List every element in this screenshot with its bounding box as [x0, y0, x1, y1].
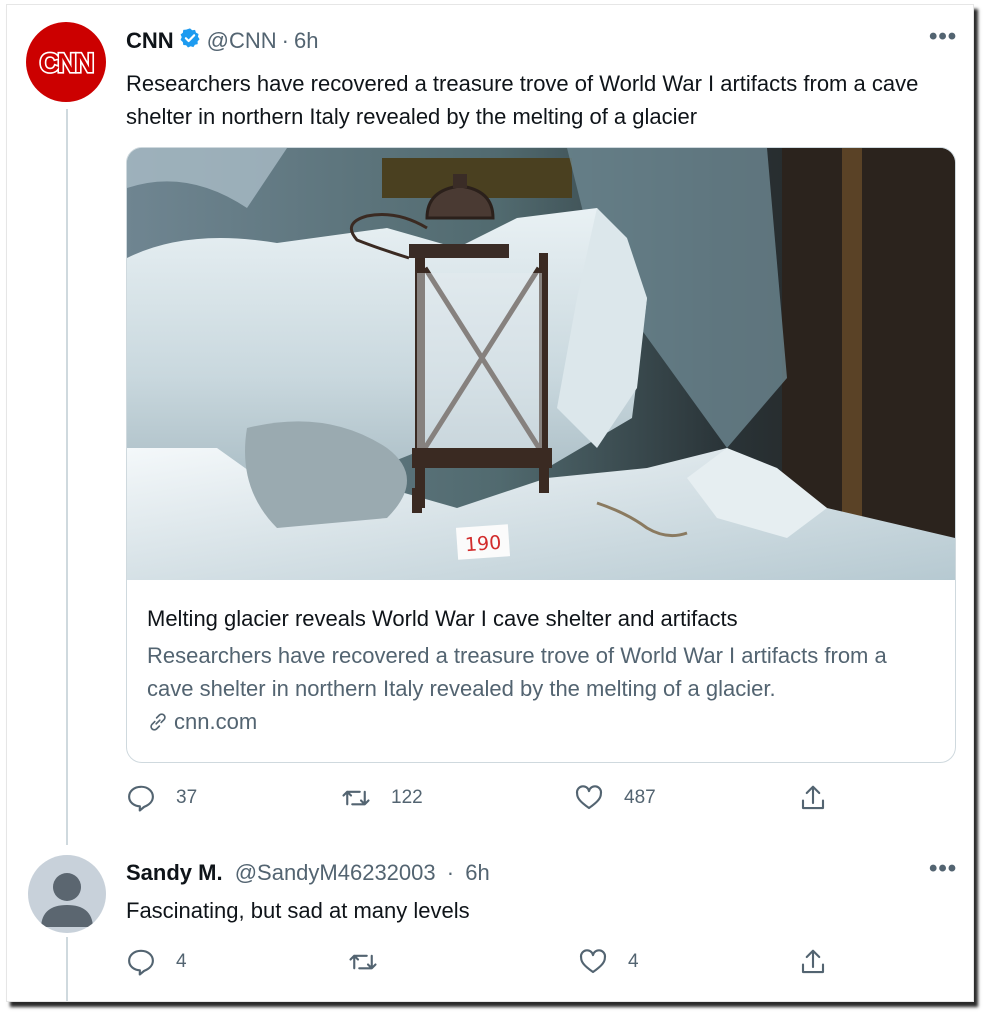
like-button[interactable]: 4	[578, 947, 639, 977]
reply-separator: ·	[446, 860, 455, 885]
reply-actions: 4 4	[126, 947, 846, 987]
like-count: 4	[628, 951, 639, 972]
retweet-button[interactable]	[348, 947, 398, 977]
card-domain: cnn.com	[147, 709, 937, 735]
cnn-logo: CNN	[38, 46, 96, 79]
thread-connector	[66, 937, 68, 1001]
card-description: Researchers have recovered a treasure tr…	[147, 643, 887, 701]
tweet-text: Researchers have recovered a treasure tr…	[126, 71, 919, 129]
share-button[interactable]	[798, 947, 848, 977]
retweet-icon	[342, 790, 370, 806]
tweet-actions: 37 122 487	[126, 783, 846, 823]
card-title: Melting glacier reveals World War I cave…	[147, 606, 738, 631]
reply-author-name[interactable]: Sandy M.	[126, 860, 223, 885]
retweet-count: 122	[391, 787, 423, 808]
svg-text:CNN: CNN	[40, 48, 93, 78]
default-avatar-icon[interactable]	[28, 855, 106, 933]
reply-count: 37	[176, 787, 198, 808]
reply-header: Sandy M. @SandyM46232003 · 6h	[126, 860, 490, 886]
tweet-header: CNN @CNN · 6h	[126, 27, 318, 55]
link-icon	[150, 713, 166, 731]
like-button[interactable]: 487	[574, 783, 656, 813]
share-icon	[801, 785, 825, 810]
reply-icon	[128, 949, 154, 976]
svg-text:190: 190	[464, 532, 502, 556]
reply-author-handle[interactable]: @SandyM46232003	[235, 860, 436, 885]
card-body: Melting glacier reveals World War I cave…	[147, 604, 937, 735]
reply-timestamp[interactable]: 6h	[465, 860, 489, 885]
like-icon	[579, 949, 607, 974]
thread-connector	[66, 109, 68, 845]
timeline-frame: CNN CNN @CNN · 6h ••• Researchers have r…	[6, 4, 974, 1002]
like-count: 487	[624, 787, 656, 808]
cnn-avatar[interactable]: CNN	[26, 22, 106, 102]
link-card[interactable]: 190 Melting glacier reveals World War I …	[126, 147, 956, 763]
author-handle[interactable]: @CNN	[207, 28, 277, 54]
share-button[interactable]	[798, 783, 848, 813]
header-separator: ·	[281, 28, 289, 53]
retweet-button[interactable]: 122	[341, 783, 423, 813]
reply-icon	[128, 785, 154, 812]
tweet-timestamp[interactable]: 6h	[294, 28, 318, 54]
reply-button[interactable]: 37	[126, 783, 197, 813]
verified-badge-icon	[179, 27, 201, 55]
author-name[interactable]: CNN	[126, 28, 174, 54]
reply-count: 4	[176, 951, 187, 972]
more-icon[interactable]: •••	[929, 23, 957, 51]
card-image: 190	[127, 148, 955, 580]
reply-button[interactable]: 4	[126, 947, 187, 977]
like-icon	[575, 785, 603, 810]
more-icon[interactable]: •••	[929, 855, 957, 883]
retweet-icon	[349, 954, 377, 970]
reply-text: Fascinating, but sad at many levels	[126, 898, 470, 923]
share-icon	[801, 949, 825, 974]
card-domain-text: cnn.com	[174, 709, 258, 734]
